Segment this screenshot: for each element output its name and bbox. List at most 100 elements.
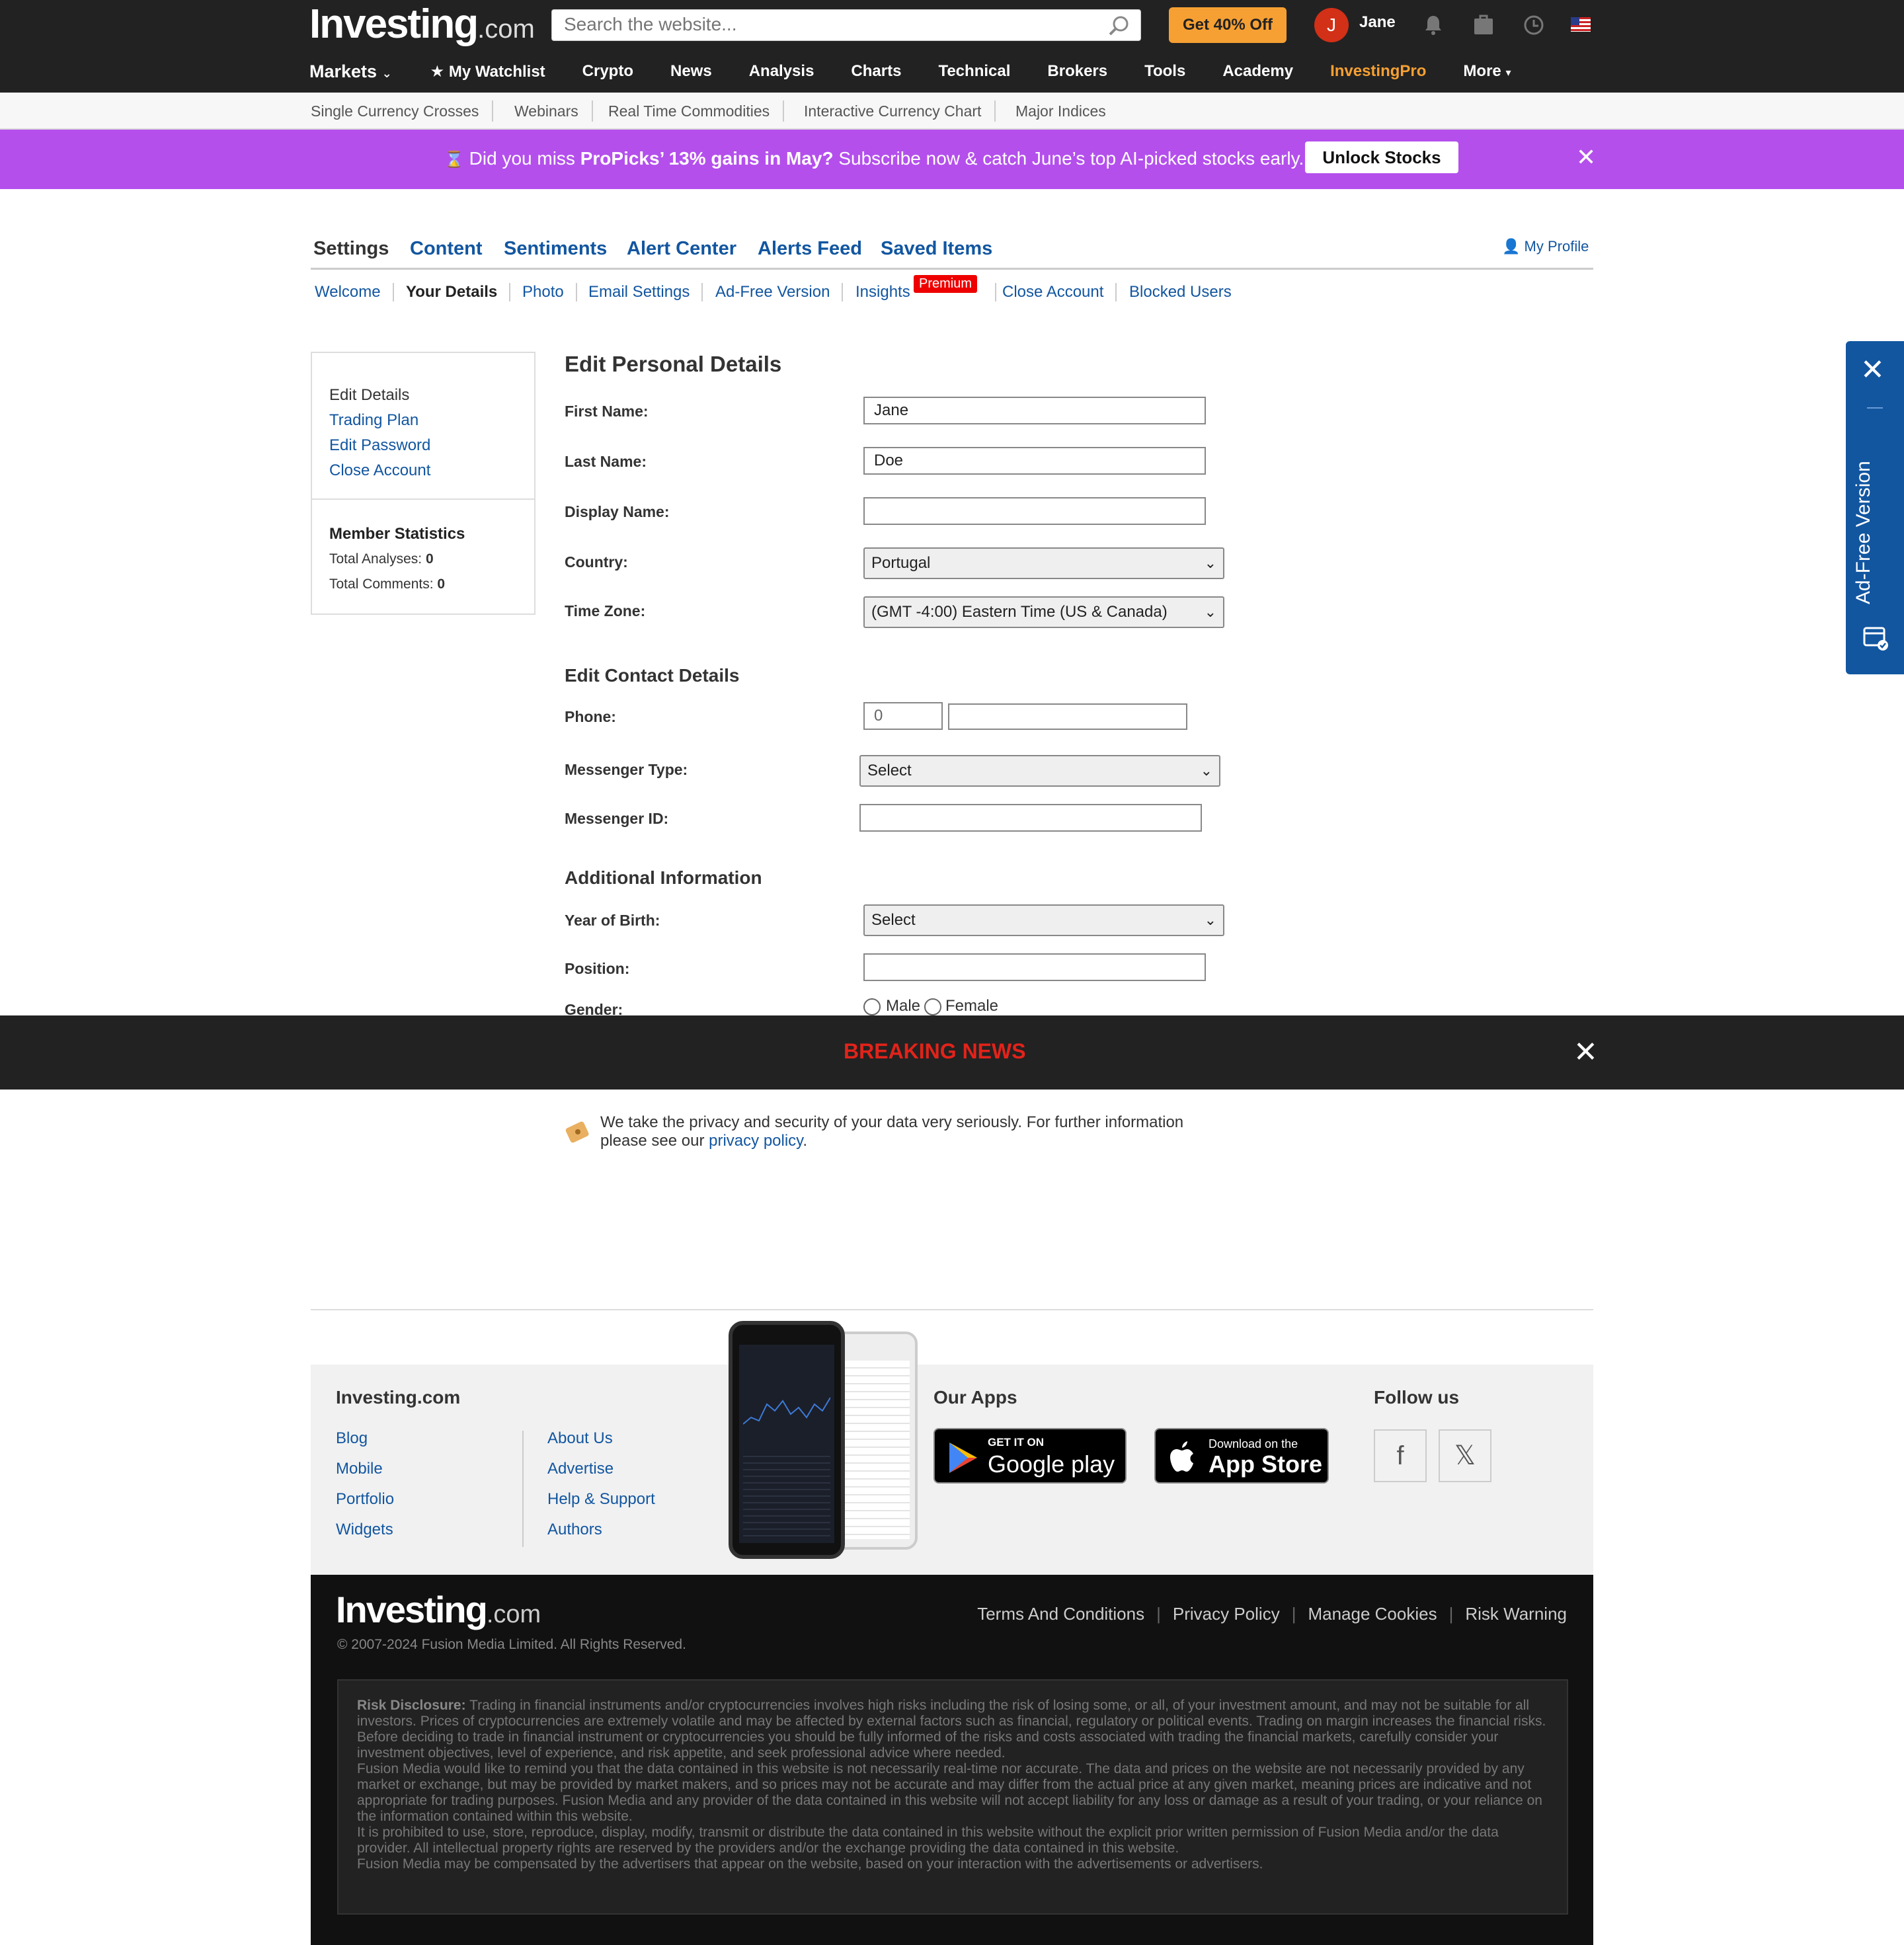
google-play-button[interactable]: GET IT ON Google play — [933, 1428, 1127, 1484]
year-of-birth-label: Year of Birth: — [565, 912, 660, 929]
avatar[interactable]: J — [1314, 8, 1349, 42]
offer-button[interactable]: Get 40% Off — [1169, 7, 1287, 43]
nav-crypto[interactable]: Crypto — [582, 62, 633, 81]
caret-down-icon: ▾ — [1505, 67, 1511, 79]
search-input[interactable] — [552, 10, 1081, 39]
trading-plan-link[interactable]: Trading Plan — [329, 411, 418, 430]
site-logo[interactable]: Investing.com — [309, 1, 535, 52]
subnav-item[interactable]: Interactive Currency Chart — [791, 100, 996, 122]
search-icon[interactable] — [1107, 14, 1131, 38]
google-play-small: GET IT ON — [988, 1436, 1044, 1449]
subtab-your-details[interactable]: Your Details — [406, 283, 511, 301]
google-play-big: Google play — [988, 1450, 1115, 1478]
phone-number-field[interactable] — [948, 703, 1187, 730]
browser-shield-icon — [1863, 627, 1888, 651]
subtab-ad-free[interactable]: Ad-Free Version — [715, 283, 844, 301]
app-store-button[interactable]: Download on the App Store — [1154, 1428, 1329, 1484]
footer-logo[interactable]: Investing.com — [336, 1588, 541, 1631]
us-flag-icon[interactable] — [1571, 17, 1591, 32]
footer-link-help[interactable]: Help & Support — [547, 1490, 655, 1509]
messenger-id-field[interactable] — [859, 804, 1202, 832]
my-profile-link[interactable]: 👤 My Profile — [1502, 238, 1589, 255]
edit-password-link[interactable]: Edit Password — [329, 436, 430, 455]
follow-us-title: Follow us — [1374, 1387, 1460, 1408]
nav-brokers[interactable]: Brokers — [1047, 62, 1107, 81]
breaking-news-title[interactable]: BREAKING NEWS — [844, 1039, 1026, 1064]
last-name-field[interactable]: Doe — [863, 447, 1206, 475]
footer-link-widgets[interactable]: Widgets — [336, 1521, 393, 1539]
footer-link-blog[interactable]: Blog — [336, 1429, 368, 1448]
footer-link-advertise[interactable]: Advertise — [547, 1460, 614, 1478]
close-icon[interactable]: ✕ — [1860, 356, 1885, 385]
footer-link-authors[interactable]: Authors — [547, 1521, 602, 1539]
subnav-item[interactable]: Major Indices — [1002, 100, 1119, 122]
subnav-item[interactable]: Real Time Commodities — [595, 100, 785, 122]
subtab-photo[interactable]: Photo — [522, 283, 577, 301]
nav-watchlist-label: My Watchlist — [448, 62, 545, 81]
unlock-stocks-button[interactable]: Unlock Stocks — [1305, 141, 1458, 173]
country-select[interactable]: Portugal ⌄ — [863, 547, 1224, 579]
edit-details-item: Edit Details — [329, 386, 410, 404]
subtab-blocked-users[interactable]: Blocked Users — [1129, 283, 1244, 301]
subnav-item[interactable]: Webinars — [501, 100, 593, 122]
my-profile-label: My Profile — [1524, 238, 1589, 255]
subtab-welcome[interactable]: Welcome — [315, 283, 394, 301]
close-account-link[interactable]: Close Account — [329, 461, 430, 480]
year-of-birth-select[interactable]: Select ⌄ — [863, 904, 1224, 936]
messenger-type-select[interactable]: Select ⌄ — [859, 755, 1220, 787]
terms-link[interactable]: Terms And Conditions — [977, 1604, 1144, 1624]
footer-link-about[interactable]: About Us — [547, 1429, 613, 1448]
tab-settings[interactable]: Settings — [313, 238, 389, 260]
bell-icon[interactable] — [1420, 12, 1447, 38]
tab-alerts-feed[interactable]: Alerts Feed — [758, 238, 862, 260]
nav-watchlist[interactable]: ★ My Watchlist — [430, 62, 545, 81]
subnav-item[interactable]: Single Currency Crosses — [298, 100, 494, 122]
first-name-field[interactable]: Jane — [863, 397, 1206, 424]
x-icon[interactable]: 𝕏 — [1439, 1429, 1491, 1482]
footer-link-mobile[interactable]: Mobile — [336, 1460, 383, 1478]
user-name[interactable]: Jane — [1359, 13, 1396, 32]
divider — [522, 1431, 524, 1547]
nav-technical[interactable]: Technical — [938, 62, 1010, 81]
display-name-field[interactable] — [863, 497, 1206, 525]
phone-code-field[interactable]: 0 — [863, 702, 943, 730]
nav-charts[interactable]: Charts — [851, 62, 901, 81]
nav-investingpro[interactable]: InvestingPro — [1330, 62, 1426, 81]
privacy-policy-footer-link[interactable]: Privacy Policy — [1173, 1604, 1280, 1624]
privacy-text: We take the privacy and security of your… — [600, 1113, 1209, 1150]
close-icon[interactable]: ✕ — [1576, 145, 1596, 169]
privacy-policy-link[interactable]: privacy policy — [709, 1132, 803, 1150]
female-radio[interactable] — [924, 998, 941, 1015]
facebook-icon[interactable]: f — [1374, 1429, 1427, 1482]
promo-text: ⌛ Did you miss ProPicks’ 13% gains in Ma… — [444, 148, 1304, 169]
footer-link-portfolio[interactable]: Portfolio — [336, 1490, 394, 1509]
position-field[interactable] — [863, 953, 1206, 981]
portfolio-icon[interactable] — [1470, 12, 1497, 38]
manage-cookies-link[interactable]: Manage Cookies — [1308, 1604, 1437, 1624]
nav-more[interactable]: More ▾ — [1463, 62, 1511, 81]
tab-saved-items[interactable]: Saved Items — [881, 238, 992, 260]
male-radio[interactable] — [863, 998, 881, 1015]
clock-icon[interactable] — [1521, 12, 1547, 38]
phone-screen — [739, 1345, 834, 1543]
risk-text-1: Trading in financial instruments and/or … — [357, 1698, 1546, 1729]
risk-warning-link[interactable]: Risk Warning — [1465, 1604, 1567, 1624]
nav-news[interactable]: News — [670, 62, 712, 81]
privacy-end: . — [803, 1132, 808, 1150]
nav-academy[interactable]: Academy — [1222, 62, 1293, 81]
country-value: Portugal — [871, 554, 931, 572]
tab-sentiments[interactable]: Sentiments — [504, 238, 607, 260]
nav-analysis[interactable]: Analysis — [749, 62, 814, 81]
hourglass-icon: ⌛ — [444, 151, 464, 169]
nav-tools[interactable]: Tools — [1144, 62, 1185, 81]
chevron-down-icon: ⌄ — [1200, 762, 1212, 779]
footer-col1-title: Investing.com — [336, 1387, 461, 1408]
nav-markets[interactable]: Markets ⌄ — [309, 61, 392, 82]
timezone-select[interactable]: (GMT -4:00) Eastern Time (US & Canada) ⌄ — [863, 596, 1224, 628]
close-icon[interactable]: ✕ — [1573, 1035, 1598, 1069]
subtab-close-account[interactable]: Close Account — [1002, 283, 1117, 301]
tab-content[interactable]: Content — [410, 238, 483, 260]
tab-alert-center[interactable]: Alert Center — [627, 238, 736, 260]
subtab-email-settings[interactable]: Email Settings — [588, 283, 703, 301]
ad-free-side-tab[interactable]: ✕ Ad-Free Version — [1846, 341, 1904, 674]
